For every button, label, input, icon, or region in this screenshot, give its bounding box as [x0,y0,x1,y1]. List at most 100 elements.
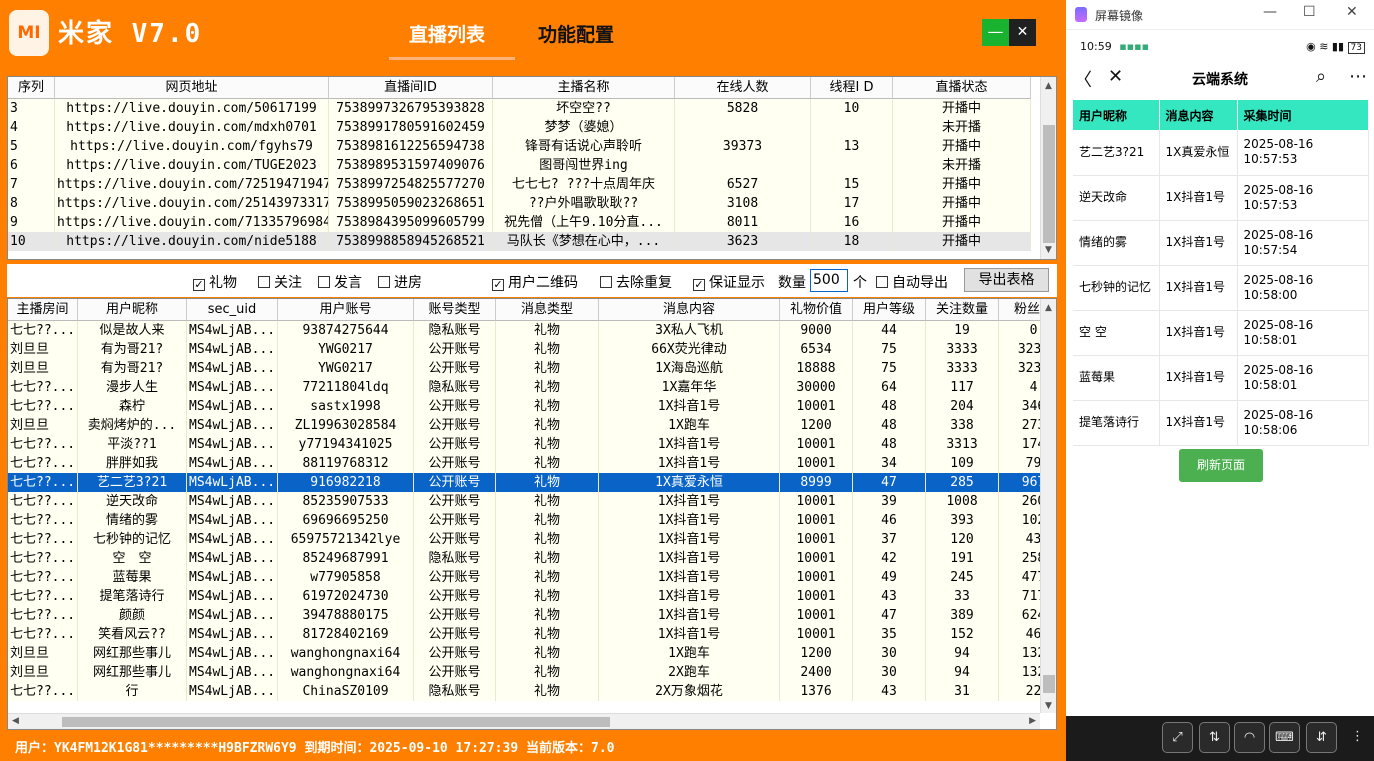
table-cell[interactable]: 48 [853,397,926,416]
table-cell[interactable]: 10001 [780,492,853,511]
table-cell[interactable]: 七七??... [8,435,78,454]
keyboard-icon[interactable]: ⌨ [1269,722,1300,753]
table-cell[interactable]: 6534 [780,340,853,359]
table-cell[interactable]: 10001 [780,511,853,530]
table-cell[interactable]: 七七??... [8,682,78,701]
table-cell[interactable]: 1X抖音1号 [599,625,780,644]
table-cell[interactable]: 47 [853,473,926,492]
column-header[interactable]: 直播间ID [329,77,493,99]
table-cell[interactable] [675,118,811,137]
table-cell[interactable]: 94 [926,644,999,663]
table-cell[interactable]: 120 [926,530,999,549]
table-cell[interactable]: 34 [853,454,926,473]
fullscreen-icon[interactable]: ⤢ [1162,722,1193,753]
table-cell[interactable]: 117 [926,378,999,397]
table-cell[interactable]: 礼物 [496,549,599,568]
table-cell[interactable]: 公开账号 [414,454,496,473]
table-cell[interactable]: 未开播 [893,118,1031,137]
table-cell[interactable]: 艺二艺3?21 [78,473,187,492]
scroll-thumb[interactable] [62,717,610,727]
table-cell[interactable]: 31 [926,682,999,701]
table-cell[interactable]: 礼物 [496,511,599,530]
table-cell[interactable]: 3333 [926,359,999,378]
table-cell[interactable]: 行 [78,682,187,701]
table-cell[interactable]: 6527 [675,175,811,194]
table-cell[interactable]: 逆天改命 [78,492,187,511]
table-cell[interactable]: 7538997254825577270 [329,175,493,194]
table-cell[interactable]: 礼物 [496,587,599,606]
table-cell[interactable]: 七七??... [8,492,78,511]
keep-show-checkbox[interactable]: ✓ 保证显示 [693,272,765,292]
table-cell[interactable]: 1X抖音1号 [599,587,780,606]
table-cell[interactable]: 61972024730 [278,587,414,606]
table-cell[interactable]: 公开账号 [414,359,496,378]
table-cell[interactable]: 7538991780591602459 [329,118,493,137]
table-cell[interactable]: 森柠 [78,397,187,416]
table-cell[interactable]: 礼物 [496,321,599,340]
table-cell[interactable]: 48 [853,435,926,454]
table-cell[interactable]: 19 [926,321,999,340]
table-cell[interactable]: 公开账号 [414,530,496,549]
table-cell[interactable]: 七七??... [8,606,78,625]
table-cell[interactable]: 刘旦旦 [8,416,78,435]
table-cell[interactable]: 礼物 [496,435,599,454]
table-cell[interactable]: 49 [853,568,926,587]
table-cell[interactable]: https://live.douyin.com/TUGE2023 [55,156,329,175]
table-cell[interactable]: 礼物 [496,606,599,625]
table-cell[interactable]: 七七??... [8,530,78,549]
table-cell[interactable]: YWG0217 [278,359,414,378]
table-cell[interactable]: 七七??... [8,511,78,530]
table-cell[interactable]: 77211804ldq [278,378,414,397]
table-cell[interactable]: 18888 [780,359,853,378]
table-cell[interactable]: 10001 [780,625,853,644]
table-cell[interactable]: 10001 [780,606,853,625]
table-cell[interactable]: 204 [926,397,999,416]
table-cell[interactable]: 46 [853,511,926,530]
auto-export-checkbox[interactable]: 自动导出 [876,272,948,292]
table-cell[interactable]: 1200 [780,644,853,663]
table-cell[interactable]: 1X抖音1号 [599,435,780,454]
list-item[interactable]: 逆天改命 1X抖音1号 2025-08-16 10:57:53 [1073,175,1369,221]
table-cell[interactable]: 191 [926,549,999,568]
table-cell[interactable]: 公开账号 [414,511,496,530]
table-cell[interactable]: 39 [853,492,926,511]
table-cell[interactable]: ChinaSZ0109 [278,682,414,701]
message-table-vscroll[interactable]: ▲ ▼ [1040,299,1056,713]
column-header[interactable]: 在线人数 [675,77,811,99]
table-cell[interactable]: 7538984395099605799 [329,213,493,232]
table-cell[interactable]: 42 [853,549,926,568]
table-cell[interactable]: 285 [926,473,999,492]
table-cell[interactable]: 梦梦（婆媳） [493,118,675,137]
table-cell[interactable]: 2X万象烟花 [599,682,780,701]
table-cell[interactable]: 1X抖音1号 [599,606,780,625]
table-cell[interactable]: 锋哥有话说心声聆听 [493,137,675,156]
table-cell[interactable]: w77905858 [278,568,414,587]
table-cell[interactable]: 37 [853,530,926,549]
table-cell[interactable]: 网红那些事儿 [78,663,187,682]
table-cell[interactable]: 图哥闯世界ing [493,156,675,175]
table-cell[interactable]: MS4wLjAB... [187,682,278,701]
table-cell[interactable]: 坏空空?? [493,99,675,118]
table-cell[interactable]: 7538981612256594738 [329,137,493,156]
column-header[interactable]: 消息内容 [599,299,780,321]
follow-checkbox[interactable]: 关注 [258,272,302,292]
table-cell[interactable]: 公开账号 [414,473,496,492]
list-item[interactable]: 艺二艺3?21 1X真爱永恒 2025-08-16 10:57:53 [1073,130,1369,176]
maximize-icon[interactable]: ☐ [1303,4,1316,20]
table-cell[interactable]: 3 [8,99,55,118]
table-cell[interactable]: 七七七? ???十点周年庆 [493,175,675,194]
table-cell[interactable]: 开播中 [893,175,1031,194]
table-cell[interactable]: 公开账号 [414,587,496,606]
table-cell[interactable]: 152 [926,625,999,644]
table-cell[interactable]: 5 [8,137,55,156]
table-cell[interactable]: 65975721342lye [278,530,414,549]
dedup-checkbox[interactable]: 去除重复 [600,272,672,292]
table-cell[interactable]: MS4wLjAB... [187,473,278,492]
table-cell[interactable]: 公开账号 [414,606,496,625]
table-cell[interactable]: 1X抖音1号 [599,568,780,587]
table-cell[interactable]: 七七??... [8,397,78,416]
column-header[interactable]: 主播房间 [8,299,78,321]
table-cell[interactable]: 1X抖音1号 [599,511,780,530]
table-cell[interactable]: 开播中 [893,99,1031,118]
scroll-down-icon[interactable]: ▼ [1045,701,1052,711]
